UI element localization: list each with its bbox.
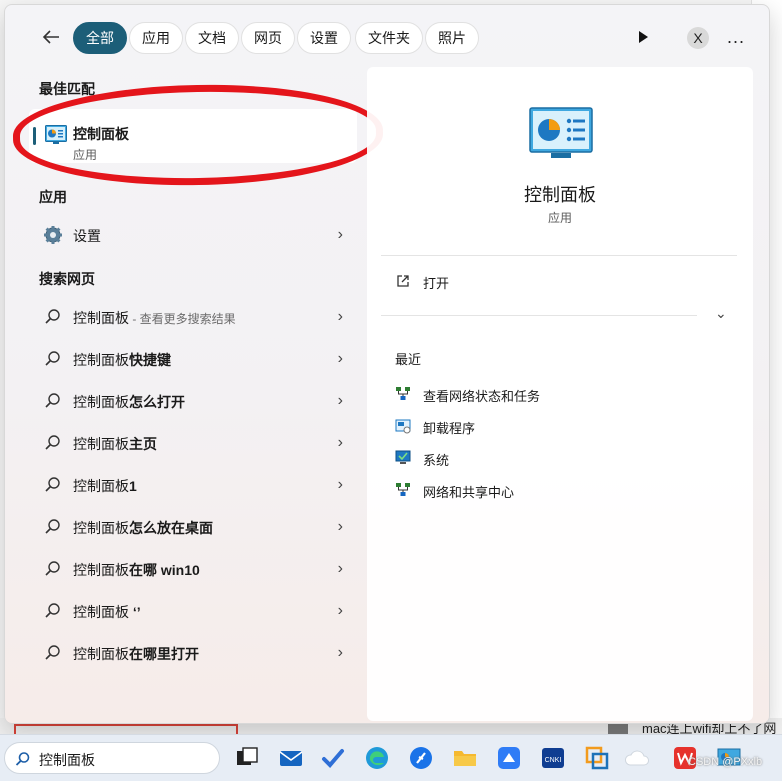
- chevron-right-icon: ›: [337, 350, 343, 367]
- tab-folders[interactable]: 文件夹: [355, 22, 423, 54]
- task-view-icon[interactable]: [234, 745, 260, 771]
- search-icon: [45, 561, 60, 576]
- web-result-item[interactable]: 控制面板怎么放在桌面 ›: [33, 507, 349, 547]
- web-result-query: 控制面板: [73, 436, 129, 452]
- web-result-query: 控制面板: [73, 646, 129, 662]
- web-result-query: 控制面板: [73, 520, 129, 536]
- back-button[interactable]: [39, 25, 63, 49]
- chevron-right-icon: ›: [337, 308, 343, 325]
- search-flyout: 全部 应用 文档 网页 设置 文件夹 照片 X ... 最佳匹配 控制面板 应用…: [4, 4, 770, 724]
- web-result-completion: ‘’: [129, 604, 141, 620]
- web-result-item[interactable]: 控制面板在哪 win10 ›: [33, 549, 349, 589]
- tab-all[interactable]: 全部: [73, 22, 127, 54]
- vmware-icon[interactable]: [584, 745, 610, 771]
- search-icon: [45, 477, 60, 492]
- tab-settings[interactable]: 设置: [297, 22, 351, 54]
- web-result-query: 控制面板: [73, 478, 129, 494]
- taskbar: 控制面板 CNKI: [0, 734, 782, 781]
- watermark: CSDN @PXxlb: [688, 756, 763, 768]
- edge-browser-icon[interactable]: [364, 745, 390, 771]
- search-icon: [45, 351, 60, 366]
- todo-icon[interactable]: [320, 745, 346, 771]
- apps-heading: 应用: [39, 189, 67, 205]
- divider: [381, 255, 737, 256]
- web-result-completion: 怎么放在桌面: [129, 520, 213, 536]
- programs-icon: [395, 419, 411, 434]
- recent-heading: 最近: [395, 352, 422, 367]
- web-result-query: 控制面板: [73, 310, 129, 326]
- chevron-right-icon: ›: [337, 476, 343, 493]
- open-external-icon: [397, 275, 409, 287]
- control-panel-large-icon: [529, 107, 593, 158]
- web-result-completion: 在哪里打开: [129, 646, 199, 662]
- network-icon: [396, 483, 410, 496]
- gear-icon: [44, 226, 62, 244]
- cloud-icon[interactable]: [624, 745, 650, 771]
- more-options-button[interactable]: ...: [727, 27, 745, 48]
- play-icon[interactable]: [635, 29, 651, 45]
- search-icon: [45, 393, 60, 408]
- chevron-right-icon: ›: [337, 392, 343, 409]
- chevron-right-icon: ›: [337, 434, 343, 451]
- web-result-query: 控制面板: [73, 604, 129, 620]
- web-result-query: 控制面板: [73, 562, 129, 578]
- chevron-right-icon: ›: [337, 518, 343, 535]
- web-result-item[interactable]: 控制面板在哪里打开 ›: [33, 633, 349, 673]
- detail-pane: 控制面板 应用 打开 ⌄ 最近 查看网络状态和任务 卸载程序 系统 网络和共享中…: [367, 67, 753, 721]
- back-arrow-icon: [42, 30, 59, 44]
- tab-documents[interactable]: 文档: [185, 22, 239, 54]
- recent-item-label: 系统: [423, 453, 450, 468]
- search-icon: [45, 309, 60, 324]
- taskbar-search-value: 控制面板: [39, 752, 95, 768]
- taskbar-search-input[interactable]: 控制面板: [4, 742, 220, 774]
- chevron-right-icon: ›: [337, 644, 343, 661]
- recent-item-label: 网络和共享中心: [423, 485, 515, 500]
- search-icon: [15, 752, 30, 766]
- open-label: 打开: [423, 276, 450, 291]
- web-result-completion: 怎么打开: [129, 394, 185, 410]
- recent-item-label: 卸载程序: [423, 421, 476, 436]
- avatar[interactable]: X: [687, 27, 709, 49]
- app-item-settings[interactable]: 设置 ›: [33, 215, 349, 255]
- filter-bar: 全部 应用 文档 网页 设置 文件夹 照片 X ...: [5, 5, 769, 67]
- web-result-item[interactable]: 控制面板快捷键 ›: [33, 339, 349, 379]
- detail-subtitle: 应用: [547, 211, 572, 225]
- web-result-item[interactable]: 控制面板 ‘’ ›: [33, 591, 349, 631]
- web-result-completion: 快捷键: [129, 352, 171, 368]
- system-icon: [395, 450, 411, 464]
- search-icon: [45, 519, 60, 534]
- app-item-label: 设置: [73, 228, 101, 244]
- web-result-item[interactable]: 控制面板怎么打开 ›: [33, 381, 349, 421]
- tab-apps[interactable]: 应用: [129, 22, 183, 54]
- search-icon: [45, 603, 60, 618]
- recent-item-label: 查看网络状态和任务: [423, 389, 541, 404]
- search-icon: [45, 435, 60, 450]
- feishu-icon[interactable]: [496, 745, 522, 771]
- web-result-completion: 1: [129, 478, 137, 494]
- divider: [381, 315, 697, 316]
- chevron-down-icon[interactable]: ⌄: [715, 305, 727, 322]
- chevron-right-icon: ›: [337, 226, 343, 243]
- folder-icon[interactable]: [452, 745, 478, 771]
- web-result-hint: - 查看更多搜索结果: [129, 312, 236, 326]
- lark-app-icon[interactable]: [408, 745, 434, 771]
- web-result-completion: 在哪 win10: [129, 562, 200, 578]
- svg-text:CNKI: CNKI: [545, 757, 562, 764]
- web-search-heading: 搜索网页: [39, 271, 95, 287]
- web-result-item[interactable]: 控制面板主页 ›: [33, 423, 349, 463]
- detail-title: 控制面板: [524, 185, 596, 205]
- web-result-query: 控制面板: [73, 352, 129, 368]
- web-result-item[interactable]: 控制面板 - 查看更多搜索结果 ›: [33, 297, 349, 337]
- cnki-icon[interactable]: CNKI: [540, 745, 566, 771]
- web-result-completion: 主页: [129, 436, 157, 452]
- tab-web[interactable]: 网页: [241, 22, 295, 54]
- mail-icon[interactable]: [278, 745, 304, 771]
- chevron-right-icon: ›: [337, 560, 343, 577]
- web-result-query: 控制面板: [73, 394, 129, 410]
- chevron-right-icon: ›: [337, 602, 343, 619]
- tab-photos[interactable]: 照片: [425, 22, 479, 54]
- web-result-item[interactable]: 控制面板1 ›: [33, 465, 349, 505]
- network-icon: [396, 387, 410, 400]
- search-icon: [45, 645, 60, 660]
